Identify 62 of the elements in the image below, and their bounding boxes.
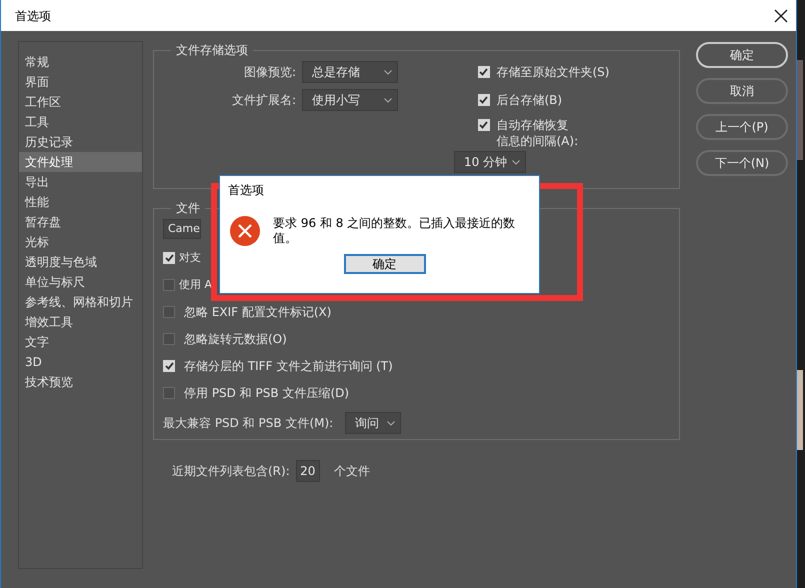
chevron-icon	[384, 98, 392, 102]
sidebar-item[interactable]: 技术预览	[19, 372, 142, 392]
field-label: 近期文件列表包含(R):	[172, 463, 290, 480]
dialog-button[interactable]: 上一个(P)	[696, 114, 788, 140]
chevron-icon	[387, 420, 396, 426]
checkbox-label: 忽略 EXIF 配置文件标记(X)	[184, 304, 332, 321]
sidebar-item[interactable]: 工具	[19, 112, 142, 132]
dropdown[interactable]: 询问	[345, 412, 402, 434]
sidebar-item[interactable]: 工作区	[19, 92, 142, 112]
error-icon	[230, 216, 260, 246]
sidebar-item[interactable]: 增效工具	[19, 312, 142, 332]
checkbox[interactable]	[163, 333, 175, 345]
sidebar-item[interactable]: 参考线、网格和切片	[19, 292, 142, 312]
checkbox-label: 后台存储(B)	[496, 92, 562, 108]
checkbox-label: 存储至原始文件夹(S)	[496, 64, 610, 80]
sidebar-item[interactable]: 暂存盘	[19, 212, 142, 232]
checkbox[interactable]	[163, 252, 175, 264]
field-label: 图像预览:	[242, 64, 296, 81]
checkbox-label: 停用 PSD 和 PSB 文件压缩(D)	[184, 385, 350, 402]
field-label: 文件扩展名:	[230, 92, 296, 109]
checkbox-label: 存储分层的 TIFF 文件之前进行询问 (T)	[184, 358, 393, 375]
sidebar-item[interactable]: 单位与标尺	[19, 272, 142, 292]
dialog-button[interactable]: 下一个(N)	[696, 150, 788, 176]
checkbox[interactable]	[163, 279, 175, 291]
dropdown[interactable]: Came	[163, 219, 201, 239]
dropdown[interactable]: 使用小写	[302, 89, 398, 111]
dialog-title: 首选项	[227, 182, 265, 199]
sidebar-item[interactable]: 导出	[19, 172, 142, 192]
sidebar-item[interactable]: 常规	[19, 52, 142, 72]
window-title: 首选项	[15, 8, 51, 24]
dialog-button[interactable]: 取消	[696, 78, 788, 104]
ok-button[interactable]: 确定	[344, 254, 426, 274]
sidebar-item[interactable]: 历史记录	[19, 132, 142, 152]
close-icon[interactable]	[774, 8, 788, 22]
checkbox-label: 对支	[179, 250, 201, 266]
chevron-icon	[512, 160, 520, 164]
sidebar-item[interactable]: 文字	[19, 332, 142, 352]
checkbox[interactable]	[163, 306, 175, 318]
checkbox[interactable]	[478, 94, 490, 106]
checkbox[interactable]	[478, 66, 490, 78]
sidebar-item[interactable]: 透明度与色域	[19, 252, 142, 272]
sidebar-item[interactable]: 文件处理	[19, 152, 142, 172]
field-label: 最大兼容 PSD 和 PSB 文件(M):	[163, 415, 334, 432]
group-title: 文件	[175, 200, 201, 217]
dropdown[interactable]: 总是存储	[302, 61, 398, 83]
chevron-icon	[384, 70, 392, 74]
alert-message: 要求 96 和 8 之间的整数。已插入最接近的数值。	[273, 216, 516, 246]
number-field[interactable]: 20	[296, 460, 320, 482]
checkbox[interactable]	[478, 119, 490, 131]
unit-label: 个文件	[334, 463, 370, 480]
sidebar-item[interactable]: 界面	[19, 72, 142, 92]
dropdown[interactable]: 10 分钟	[454, 151, 526, 173]
checkbox[interactable]	[163, 387, 175, 399]
sidebar-item[interactable]: 3D	[19, 352, 142, 372]
sidebar-item[interactable]: 性能	[19, 192, 142, 212]
sidebar-item[interactable]: 光标	[19, 232, 142, 252]
checkbox-label: 自动存储恢复	[496, 117, 570, 133]
checkbox-label: 忽略旋转元数据(O)	[184, 331, 287, 348]
checkbox[interactable]	[163, 360, 175, 372]
checkbox-label: 信息的间隔(A):	[496, 133, 578, 149]
group-title: 文件存储选项	[175, 42, 249, 59]
dialog-button[interactable]: 确定	[696, 42, 788, 68]
